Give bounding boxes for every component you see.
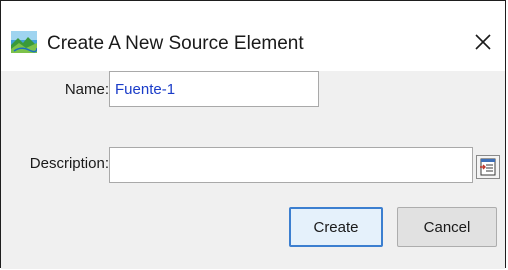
close-button[interactable] [465, 25, 501, 59]
text-editor-icon [480, 158, 496, 176]
dialog-content: Name: Description: Create Cancel [1, 71, 505, 269]
title-bar: Create A New Source Element [1, 1, 505, 71]
description-editor-button[interactable] [476, 155, 500, 179]
name-input[interactable] [109, 71, 319, 107]
description-input[interactable] [109, 147, 473, 183]
cancel-button[interactable]: Cancel [397, 207, 497, 247]
app-icon [11, 31, 38, 53]
description-label: Description: [29, 155, 109, 172]
name-label: Name: [64, 81, 109, 98]
create-button[interactable]: Create [289, 207, 383, 247]
dialog-window: Create A New Source Element Name: Descri… [0, 0, 506, 269]
window-title: Create A New Source Element [47, 33, 304, 54]
close-icon [475, 34, 491, 50]
